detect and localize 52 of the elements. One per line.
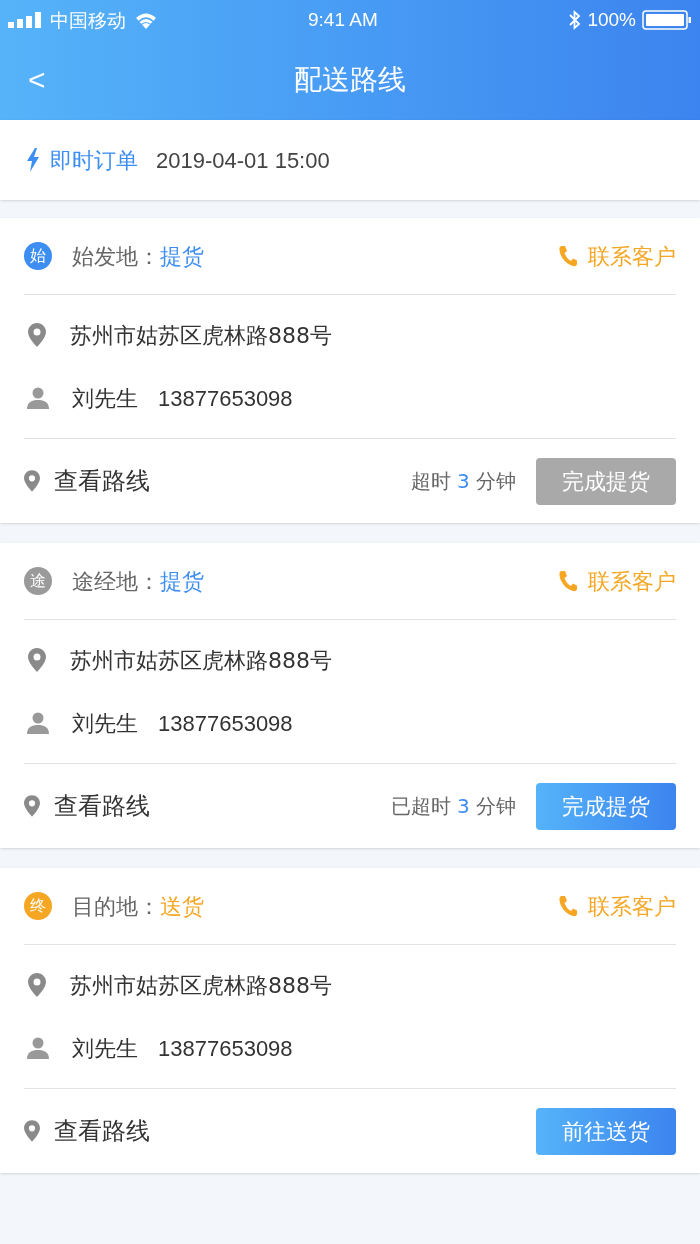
carrier-name: 中国移动 <box>50 7 126 33</box>
lightning-icon <box>26 148 40 172</box>
phone-icon <box>558 245 578 267</box>
phone-number: 13877653098 <box>158 709 293 738</box>
stop-label: 目的地： <box>72 892 160 921</box>
contact-name: 刘先生 <box>72 1034 138 1063</box>
stop-label: 始发地： <box>72 242 160 271</box>
location-pin-icon <box>24 1120 40 1142</box>
stop-label: 途经地： <box>72 567 160 596</box>
location-pin-icon <box>28 973 46 997</box>
clock-time: 9:41 AM <box>308 7 378 32</box>
action-button[interactable]: 完成提货 <box>536 782 676 830</box>
person-icon <box>26 712 50 734</box>
view-route-link[interactable]: 查看路线 <box>24 463 150 499</box>
stop-action: 提货 <box>160 567 204 596</box>
phone-icon <box>558 895 578 917</box>
bluetooth-icon <box>569 10 582 30</box>
stop-action: 提货 <box>160 242 204 271</box>
stop-badge: 途 <box>24 567 52 595</box>
phone-number: 13877653098 <box>158 384 293 413</box>
page-title: 配送路线 <box>294 62 406 98</box>
contact-link[interactable]: 联系客户 <box>558 889 676 923</box>
action-button[interactable]: 前往送货 <box>536 1107 676 1155</box>
view-route-link[interactable]: 查看路线 <box>24 788 150 824</box>
view-route-link[interactable]: 查看路线 <box>24 1113 150 1149</box>
back-button[interactable]: < <box>28 65 46 95</box>
contact-link[interactable]: 联系客户 <box>558 564 676 598</box>
wifi-icon <box>134 11 158 29</box>
location-pin-icon <box>28 323 46 347</box>
contact-link[interactable]: 联系客户 <box>558 239 676 273</box>
address-text: 苏州市姑苏区虎林路888号 <box>70 971 332 1000</box>
location-pin-icon <box>24 470 40 492</box>
address-text: 苏州市姑苏区虎林路888号 <box>70 646 332 675</box>
location-pin-icon <box>24 795 40 817</box>
contact-name: 刘先生 <box>72 709 138 738</box>
phone-icon <box>558 570 578 592</box>
person-icon <box>26 1037 50 1059</box>
battery-icon <box>642 10 692 30</box>
timeout-text: 超时 3 分钟 <box>410 468 516 495</box>
timeout-text: 已超时 3 分钟 <box>390 793 516 820</box>
battery-percent: 100% <box>587 7 636 32</box>
address-text: 苏州市姑苏区虎林路888号 <box>70 321 332 350</box>
phone-number: 13877653098 <box>158 1034 293 1063</box>
contact-name: 刘先生 <box>72 384 138 413</box>
signal-icon <box>8 12 42 28</box>
order-time: 2019-04-01 15:00 <box>156 146 330 175</box>
location-pin-icon <box>28 648 46 672</box>
stop-badge: 始 <box>24 242 52 270</box>
order-type: 即时订单 <box>50 146 138 175</box>
stop-badge: 终 <box>24 892 52 920</box>
person-icon <box>26 387 50 409</box>
stop-action: 送货 <box>160 892 204 921</box>
